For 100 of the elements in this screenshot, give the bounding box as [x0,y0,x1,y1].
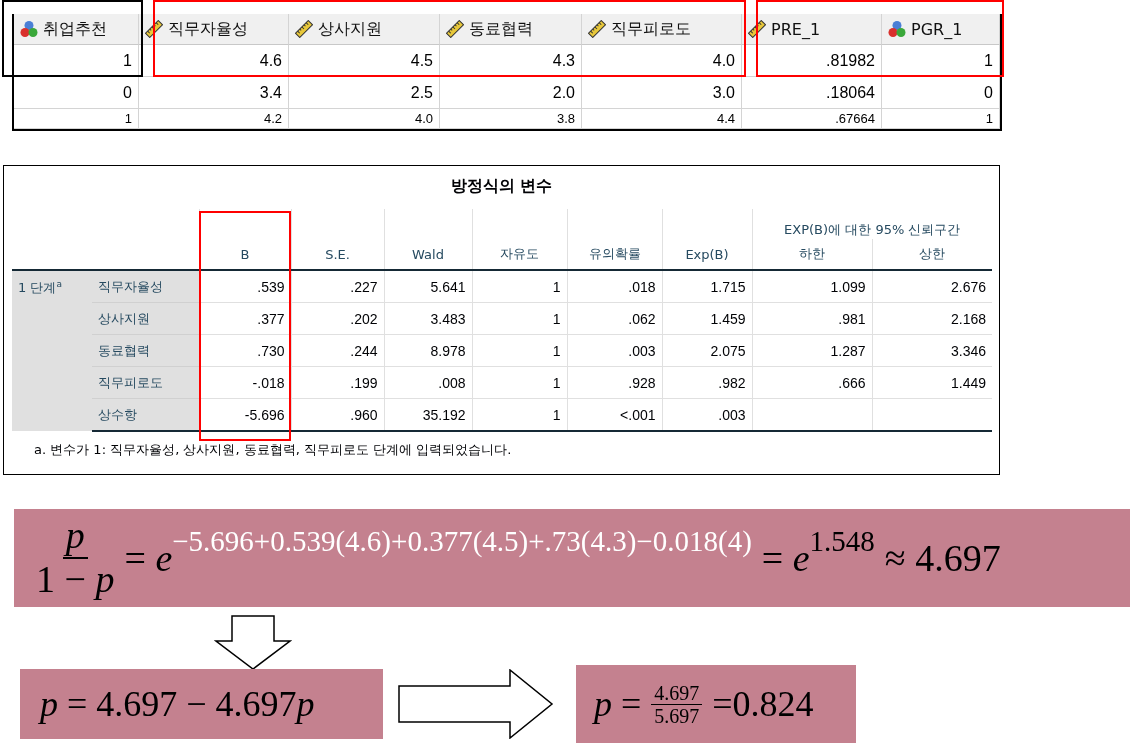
table-cell[interactable]: 1 [14,109,139,129]
table-cell: 1.287 [752,334,872,367]
table-cell[interactable]: 0 [14,77,139,109]
table-cell: 35.192 [384,398,472,431]
table-cell: .960 [291,398,384,431]
exponent: 1.548 [809,525,875,558]
column-header: 상한 [872,239,992,270]
column-header: 하한 [752,239,872,270]
row-header: 상사지원 [92,302,199,335]
column-header[interactable]: 직무자율성 [139,14,289,45]
row-header: 직무피로도 [92,366,199,399]
column-header: 자유도 [472,239,567,270]
column-header: B [199,239,291,270]
table-cell: 5.641 [384,270,472,303]
table-cell: 3.346 [872,334,992,367]
math-text: =0.824 [712,683,814,725]
table-cell[interactable]: 2.0 [440,77,582,109]
circles-icon [20,20,38,38]
table-cell: 1.715 [662,270,752,303]
table-cell: .244 [291,334,384,367]
column-header: 유의확률 [567,239,662,270]
table-cell[interactable]: 4.3 [440,45,582,77]
table-cell: 1.459 [662,302,752,335]
table-cell[interactable]: 4.0 [582,45,742,77]
table-cell[interactable]: 1 [882,109,1000,129]
table-cell: 1 [472,334,567,367]
row-header: 직무자율성 [92,270,199,303]
row-header: 상수항 [92,398,199,431]
column-header: Exp(B) [662,239,752,270]
table-cell[interactable]: 4.4 [582,109,742,129]
exponent: −5.696+0.539(4.6)+0.377(4.5)+.73(4.3)−0.018(4) [172,525,752,558]
table-cell: .730 [199,334,291,367]
row-header: 1 단계$^{a}$ [12,270,92,431]
table-cell: .928 [567,366,662,399]
table-cell: .377 [199,302,291,335]
table-cell: .199 [291,366,384,399]
table-cell: .003 [567,334,662,367]
table-cell: .008 [384,366,472,399]
table-cell: 2.075 [662,334,752,367]
column-header: Wald [384,239,472,270]
footnote: a. 변수가 1: 직무자율성, 상사지원, 동료협력, 직무피로도 단계에 입력되었습니다. [33,441,513,459]
table-cell: .202 [291,302,384,335]
table-cell: 1.099 [752,270,872,303]
row-header: 동료협력 [92,334,199,367]
table-cell: 1 [472,270,567,303]
table-cell[interactable]: 4.0 [289,109,440,129]
ruler-icon [446,20,464,38]
math-text: ≈ 4.697 [884,536,1001,580]
table-cell[interactable]: .67664 [742,109,882,129]
math-text: = e [124,537,173,580]
right-arrow-icon [398,669,554,739]
column-header: EXP(B)에 대한 95% 신뢰구간 [752,209,992,239]
table-cell[interactable]: .81982 [742,45,882,77]
table-cell[interactable]: 4.5 [289,45,440,77]
column-header[interactable]: 취업추천 [14,14,139,45]
table-title: 방정식의 변수 [449,175,554,197]
table-cell: .003 [662,398,752,431]
column-header[interactable]: PGR_1 [882,14,1000,45]
table-cell: 8.978 [384,334,472,367]
table-cell: .227 [291,270,384,303]
math-text: p = [594,683,642,725]
table-cell: .982 [662,366,752,399]
table-cell[interactable]: .18064 [742,77,882,109]
fraction: p 1 − p [36,515,115,601]
table-cell: 3.483 [384,302,472,335]
ruler-icon [295,20,313,38]
table-cell: -5.696 [199,398,291,431]
table-cell: 1 [472,302,567,335]
math-text: p [296,683,315,725]
table-cell: .981 [752,302,872,335]
table-cell[interactable]: 4.2 [139,109,289,129]
table-cell: .018 [567,270,662,303]
table-cell[interactable]: 3.4 [139,77,289,109]
table-cell[interactable]: 1 [14,45,139,77]
ruler-icon [588,20,606,38]
table-cell: 2.168 [872,302,992,335]
column-header: S.E. [291,239,384,270]
table-cell: .666 [752,366,872,399]
fraction: 4.697 5.697 [651,681,703,727]
table-cell: -.018 [199,366,291,399]
table-cell[interactable]: 3.0 [582,77,742,109]
column-header[interactable]: PRE_1 [742,14,882,45]
table-cell[interactable]: 0 [882,77,1000,109]
table-cell: 1 [472,398,567,431]
column-header[interactable]: 상사지원 [289,14,440,45]
table-cell[interactable]: 2.5 [289,77,440,109]
table-cell: 1 [472,366,567,399]
column-header[interactable]: 동료협력 [440,14,582,45]
column-header[interactable]: 직무피로도 [582,14,742,45]
down-arrow-icon [214,615,292,671]
table-cell: .539 [199,270,291,303]
table-cell: <.001 [567,398,662,431]
table-cell[interactable]: 3.8 [440,109,582,129]
table-cell: 1.449 [872,366,992,399]
table-cell: .062 [567,302,662,335]
math-text: = e [761,536,810,580]
table-cell[interactable]: 1 [882,45,1000,77]
table-cell: 2.676 [872,270,992,303]
circles-icon [888,20,906,38]
table-cell[interactable]: 4.6 [139,45,289,77]
